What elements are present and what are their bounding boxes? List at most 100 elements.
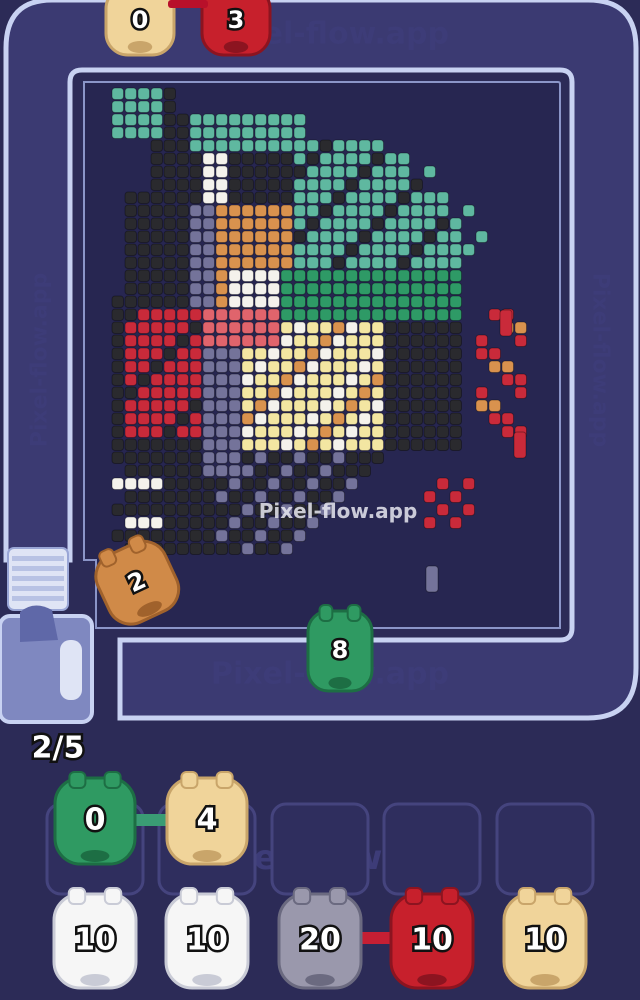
pixel-block xyxy=(449,321,462,334)
pixel-block xyxy=(332,256,345,269)
pixel-block xyxy=(410,438,423,451)
pixel-block xyxy=(371,256,384,269)
pixel-block xyxy=(397,282,410,295)
pixel-block xyxy=(267,438,280,451)
pixel-block xyxy=(358,360,371,373)
pixel-block xyxy=(254,178,267,191)
slot-pig-cream[interactable]: 4 xyxy=(165,771,249,866)
pixel-block xyxy=(345,178,358,191)
pixel-block xyxy=(345,152,358,165)
pixel-block xyxy=(137,321,150,334)
pixel-block xyxy=(358,373,371,386)
queue-pig-white[interactable]: 10 xyxy=(164,887,250,990)
pixel-block xyxy=(410,282,423,295)
pixel-block xyxy=(254,360,267,373)
pixel-block xyxy=(228,516,241,529)
pixel-block xyxy=(228,165,241,178)
pixel-block xyxy=(345,295,358,308)
pixel-block xyxy=(345,204,358,217)
pixel-block xyxy=(280,451,293,464)
pixel-block xyxy=(124,256,137,269)
pixel-block xyxy=(293,282,306,295)
pixel-block xyxy=(384,321,397,334)
pixel-block xyxy=(189,451,202,464)
pixel-block xyxy=(124,386,137,399)
belt-pig-red[interactable]: 3 xyxy=(200,0,272,57)
pixel-block xyxy=(241,204,254,217)
pixel-block xyxy=(332,230,345,243)
pixel-block xyxy=(254,308,267,321)
pixel-block xyxy=(176,152,189,165)
pixel-block xyxy=(202,425,215,438)
queue-pig-white[interactable]: 10 xyxy=(52,887,138,990)
pixel-block xyxy=(202,334,215,347)
pixel-block xyxy=(215,464,228,477)
pixel-block xyxy=(345,165,358,178)
pixel-block xyxy=(124,87,137,100)
pixel-block xyxy=(215,308,228,321)
pixel-block xyxy=(358,399,371,412)
pixel-block xyxy=(228,269,241,282)
pig-tail xyxy=(305,974,335,986)
pixel-block xyxy=(163,425,176,438)
pixel-block xyxy=(423,360,436,373)
pixel-block xyxy=(228,347,241,360)
pixel-block xyxy=(267,360,280,373)
pixel-block xyxy=(150,100,163,113)
pixel-block xyxy=(306,165,319,178)
pixel-block xyxy=(332,152,345,165)
pixel-block xyxy=(189,165,202,178)
pixel-block xyxy=(163,204,176,217)
pixel-block xyxy=(202,490,215,503)
pixel-block xyxy=(202,503,215,516)
pixel-block xyxy=(397,204,410,217)
pixel-block xyxy=(202,464,215,477)
queue-pig-gray[interactable]: 20 xyxy=(277,887,363,990)
pixel-block xyxy=(423,204,436,217)
pixel-block xyxy=(306,477,319,490)
pixel-block xyxy=(332,295,345,308)
pixel-block xyxy=(163,490,176,503)
slot-3[interactable] xyxy=(270,802,370,896)
pixel-block xyxy=(306,191,319,204)
pixel-block xyxy=(137,386,150,399)
pixel-block xyxy=(410,425,423,438)
pixel-block xyxy=(293,373,306,386)
pixel-block xyxy=(137,516,150,529)
pixel-block xyxy=(358,451,371,464)
pixel-block xyxy=(241,230,254,243)
pixel-block xyxy=(124,217,137,230)
queue-pig-cream[interactable]: 10 xyxy=(502,887,588,990)
pixel-block xyxy=(397,386,410,399)
pixel-block xyxy=(241,399,254,412)
pixel-block xyxy=(228,490,241,503)
pixel-block xyxy=(423,295,436,308)
watermark-right: Pixel-flow.app xyxy=(588,273,613,448)
pixel-block xyxy=(319,282,332,295)
pixel-block xyxy=(358,412,371,425)
pixel-block xyxy=(228,373,241,386)
belt-pig-green[interactable]: 8 xyxy=(306,604,374,693)
pig-ear xyxy=(553,887,573,905)
slot-4[interactable] xyxy=(382,802,482,896)
pixel-block xyxy=(488,412,501,425)
pixel-block xyxy=(319,451,332,464)
pixel-block xyxy=(267,334,280,347)
pixel-block xyxy=(358,282,371,295)
slot-5[interactable] xyxy=(495,802,595,896)
pixel-block xyxy=(202,412,215,425)
queue-pig-red[interactable]: 10 xyxy=(389,887,475,990)
belt-pig-cream[interactable]: 0 xyxy=(104,0,176,57)
slot-pig-green[interactable]: 0 xyxy=(53,771,137,866)
pixel-block xyxy=(241,282,254,295)
pixel-block xyxy=(241,243,254,256)
pixel-block xyxy=(189,425,202,438)
pixel-block xyxy=(358,308,371,321)
pixel-block xyxy=(176,269,189,282)
pixel-block xyxy=(436,217,449,230)
pixel-block xyxy=(202,269,215,282)
pixel-block xyxy=(189,386,202,399)
pixel-block xyxy=(176,542,189,555)
pixel-block xyxy=(124,503,137,516)
pixel-block xyxy=(215,126,228,139)
